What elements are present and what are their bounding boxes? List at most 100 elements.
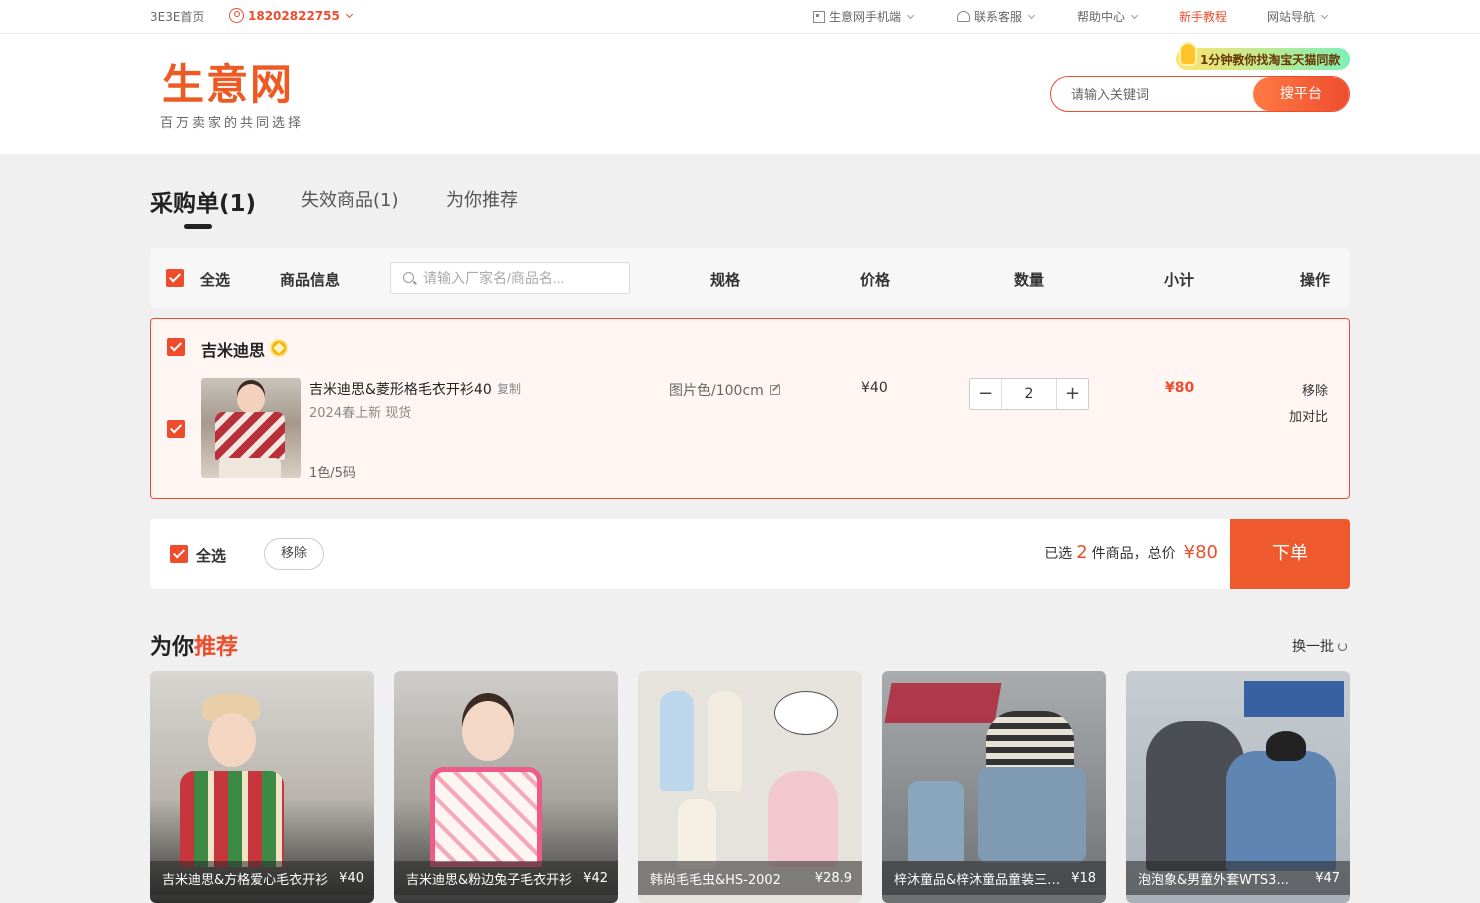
edit-icon bbox=[769, 385, 780, 395]
user-phone: 18202822755 bbox=[248, 8, 340, 23]
figure bbox=[768, 771, 838, 867]
card-price: ¥42 bbox=[583, 870, 608, 886]
selected-prefix: 已选 bbox=[1044, 546, 1073, 562]
figure bbox=[678, 799, 716, 869]
recommend-title: 为你推荐 bbox=[150, 629, 238, 661]
spec-value: 图片色/100cm bbox=[669, 383, 764, 399]
user-account-menu[interactable]: 18202822755 bbox=[229, 8, 353, 23]
refresh-button[interactable]: 换一批 bbox=[1292, 636, 1347, 656]
logo-slogan: 百万卖家的共同选择 bbox=[160, 116, 305, 131]
decrease-button[interactable]: − bbox=[970, 379, 1002, 409]
card-caption: 泡泡象&男童外套WTS3... ¥47 bbox=[1126, 861, 1350, 895]
card-price: ¥47 bbox=[1315, 870, 1340, 886]
copy-button[interactable]: 复制 bbox=[497, 380, 521, 397]
recommend-title-part2: 推荐 bbox=[194, 635, 239, 660]
product-thumbnail[interactable] bbox=[201, 378, 301, 478]
refresh-icon bbox=[1338, 641, 1347, 651]
shop-checkbox[interactable] bbox=[167, 338, 185, 356]
mobile-menu[interactable]: 生意网手机端 bbox=[813, 8, 915, 25]
column-price: 价格 bbox=[860, 271, 891, 289]
tab-recommend[interactable]: 为你推荐 bbox=[446, 186, 518, 212]
figure bbox=[708, 691, 742, 791]
selected-suffix: 件商品，总价 bbox=[1091, 546, 1176, 562]
lightbulb-icon bbox=[1179, 42, 1197, 66]
footer-select-all-checkbox[interactable] bbox=[170, 545, 188, 563]
help-menu-label: 帮助中心 bbox=[1077, 10, 1126, 24]
banner-graphic bbox=[1244, 681, 1344, 717]
column-product-info: 商品信息 bbox=[280, 271, 341, 289]
card-caption: 吉米迪思&粉边兔子毛衣开衫 ¥42 bbox=[394, 861, 618, 895]
item-checkbox[interactable] bbox=[167, 420, 185, 438]
service-menu[interactable]: 联系客服 bbox=[957, 8, 1036, 25]
column-spec: 规格 bbox=[710, 271, 741, 289]
tutorial-link[interactable]: 新手教程 bbox=[1179, 8, 1227, 25]
promo-banner[interactable]: 1分钟教你找淘宝天猫同款 bbox=[1176, 42, 1350, 70]
card-caption: 吉米迪思&方格爱心毛衣开衫 ¥40 bbox=[150, 861, 374, 895]
refresh-label: 换一批 bbox=[1292, 639, 1334, 655]
face bbox=[208, 713, 256, 767]
figure bbox=[908, 781, 964, 861]
item-subtotal: ¥80 bbox=[1165, 380, 1195, 396]
search-icon bbox=[403, 272, 414, 283]
selected-count: 2 bbox=[1076, 542, 1088, 563]
tab-purchase-list[interactable]: 采购单(1) bbox=[150, 184, 256, 218]
remove-item-button[interactable]: 移除 bbox=[1302, 380, 1328, 399]
recommend-title-part1: 为你 bbox=[150, 635, 195, 660]
site-logo[interactable]: 生意网 百万卖家的共同选择 bbox=[160, 62, 305, 132]
card-caption: 韩尚毛毛虫&HS-2002 ¥28.9 bbox=[638, 861, 862, 895]
shop-name[interactable]: 吉米迪思 bbox=[201, 337, 265, 361]
product-tag: 2024春上新 现货 bbox=[309, 406, 412, 421]
denim-vest bbox=[978, 767, 1086, 863]
footer-select-all-label: 全选 bbox=[196, 547, 227, 565]
card-name: 泡泡象&男童外套WTS3... bbox=[1138, 872, 1289, 888]
quantity-stepper: − 2 + bbox=[969, 378, 1089, 410]
shop-group: 吉米迪思 吉米迪思&菱形格毛衣开衫40 复制 2024春上新 现货 1色/5码 … bbox=[150, 318, 1350, 499]
card-name: 梓沐童品&梓沐童品童装三件套 bbox=[894, 872, 1064, 888]
home-link-label: 3E3E首页 bbox=[150, 10, 205, 24]
sweater bbox=[430, 767, 542, 867]
search-input[interactable] bbox=[1071, 77, 1271, 111]
total-price: ¥80 bbox=[1183, 542, 1218, 563]
speech-bubble bbox=[774, 691, 838, 735]
column-quantity: 数量 bbox=[1014, 271, 1045, 289]
product-filter-input[interactable] bbox=[423, 263, 623, 293]
site-nav-label: 网站导航 bbox=[1267, 10, 1316, 24]
home-link[interactable]: 3E3E首页 bbox=[150, 8, 204, 25]
product-name[interactable]: 吉米迪思&菱形格毛衣开衫40 bbox=[309, 379, 492, 399]
place-order-button[interactable]: 下单 bbox=[1230, 519, 1350, 589]
recommend-card[interactable]: 泡泡象&男童外套WTS3... ¥47 bbox=[1126, 671, 1350, 903]
user-icon bbox=[229, 8, 244, 23]
site-nav-menu[interactable]: 网站导航 bbox=[1267, 8, 1329, 25]
spec-selector[interactable]: 图片色/100cm bbox=[669, 380, 780, 400]
card-price: ¥18 bbox=[1071, 870, 1096, 886]
search-button[interactable]: 搜平台 bbox=[1253, 77, 1349, 111]
quantity-value[interactable]: 2 bbox=[1002, 379, 1056, 409]
recommend-card[interactable]: 吉米迪思&粉边兔子毛衣开衫 ¥42 bbox=[394, 671, 618, 903]
chevron-down-icon bbox=[906, 11, 915, 19]
thumb-figure-head bbox=[237, 384, 265, 414]
add-compare-button[interactable]: 加对比 bbox=[1289, 406, 1328, 425]
mask bbox=[1266, 731, 1306, 761]
figure bbox=[660, 691, 694, 791]
recommend-card[interactable]: 韩尚毛毛虫&HS-2002 ¥28.9 bbox=[638, 671, 862, 903]
bulk-remove-button[interactable]: 移除 bbox=[264, 538, 324, 570]
column-action: 操作 bbox=[1300, 271, 1331, 289]
chevron-down-icon bbox=[345, 10, 353, 18]
promo-text: 1分钟教你找淘宝天猫同款 bbox=[1200, 52, 1341, 67]
thumb-figure-skirt bbox=[219, 458, 281, 478]
card-caption: 梓沐童品&梓沐童品童装三件套 ¥18 bbox=[882, 861, 1106, 895]
tab-invalid-items[interactable]: 失效商品(1) bbox=[301, 186, 399, 212]
cart-table-header: 全选 商品信息 规格 价格 数量 小计 操作 bbox=[150, 248, 1350, 308]
banner-graphic bbox=[884, 683, 1002, 723]
chevron-down-icon bbox=[1130, 11, 1139, 19]
service-menu-label: 联系客服 bbox=[974, 10, 1023, 24]
increase-button[interactable]: + bbox=[1056, 379, 1088, 409]
recommend-card[interactable]: 吉米迪思&方格爱心毛衣开衫 ¥40 bbox=[150, 671, 374, 903]
recommend-card[interactable]: 梓沐童品&梓沐童品童装三件套 ¥18 bbox=[882, 671, 1106, 903]
active-tab-indicator bbox=[184, 224, 212, 229]
select-all-checkbox[interactable] bbox=[166, 269, 184, 287]
help-menu[interactable]: 帮助中心 bbox=[1077, 8, 1139, 25]
chevron-down-icon bbox=[1027, 11, 1036, 19]
tutorial-link-label: 新手教程 bbox=[1179, 10, 1228, 24]
card-name: 吉米迪思&粉边兔子毛衣开衫 bbox=[406, 872, 573, 888]
